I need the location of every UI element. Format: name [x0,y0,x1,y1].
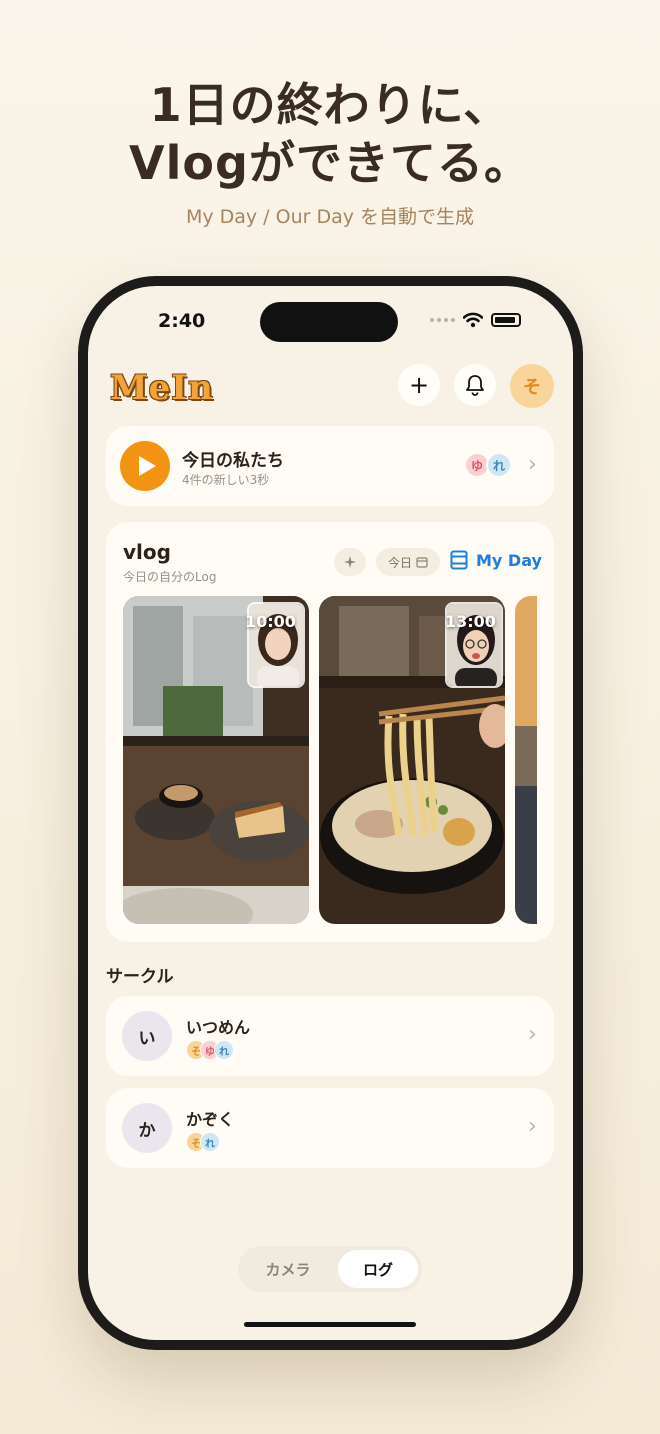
circle-item[interactable]: か かぞく そ れ › [106,1088,554,1168]
circle-name: いつめん [186,1018,251,1037]
battery-icon [491,313,521,327]
auto-generate-button[interactable] [334,548,366,576]
wifi-icon [463,312,483,328]
circle-avatar: か [122,1103,172,1153]
circles-section-title: サークル [106,967,174,987]
sparkle-icon [344,556,356,568]
chevron-right-icon: › [528,1114,537,1139]
home-indicator [244,1322,416,1327]
hero-subtitle: My Day / Our Day を自動で生成 [185,206,475,228]
cellular-signal-icon [430,318,455,322]
phone-frame: 2:40 MeIn + そ 今日の私たち 4件の新しい3秒 ゆ れ › vlog… [78,276,583,1350]
chevron-right-icon: › [528,452,537,477]
vlog-clip[interactable]: 10:00 [123,596,309,924]
clip-time: 13:00 [445,612,496,631]
plus-icon: + [408,371,430,399]
notification-button[interactable] [454,364,496,406]
vlog-clip[interactable] [515,596,537,924]
play-button[interactable] [120,441,170,491]
vlog-title: vlog [123,540,171,564]
tab-camera[interactable]: カメラ [248,1250,328,1288]
add-button[interactable]: + [398,364,440,406]
today-subtitle: 4件の新しい3秒 [182,473,270,487]
app-logo: MeIn [110,368,214,408]
member-avatar: れ [486,452,512,478]
circle-name: かぞく [186,1110,235,1129]
tab-log[interactable]: ログ [338,1250,418,1288]
vlog-subtitle: 今日の自分のLog [123,570,217,584]
film-icon [450,550,468,570]
vlog-clip[interactable]: 13:00 [319,596,505,924]
bell-icon [466,375,484,396]
clip-thumbnail [515,596,537,924]
date-pill-label: 今日 [387,555,412,570]
my-day-label: My Day [476,550,542,570]
today-title: 今日の私たち [182,451,284,471]
profile-avatar[interactable]: そ [510,364,554,408]
status-time: 2:40 [158,310,206,332]
date-picker-button[interactable]: 今日 [376,548,440,576]
clip-time: 10:00 [245,612,296,631]
chevron-right-icon: › [528,1022,537,1047]
vlog-card: vlog 今日の自分のLog 今日 My Day 10:00 13:00 [106,522,554,942]
circle-item[interactable]: い いつめん そ ゆ れ › [106,996,554,1076]
hero-title-line2: Vlogができてる。 [129,136,531,190]
member-avatar: れ [200,1132,220,1152]
calendar-icon [416,557,428,568]
my-day-toggle[interactable]: My Day [450,550,542,570]
status-indicators [430,312,521,328]
play-icon [139,456,156,476]
bottom-tab-bar: カメラ ログ [238,1246,422,1292]
app-screen: 2:40 MeIn + そ 今日の私たち 4件の新しい3秒 ゆ れ › vlog… [88,286,573,1340]
hero-title-line1: 1日の終わりに、 [149,78,511,132]
member-avatar: れ [214,1040,234,1060]
dynamic-island [260,302,398,342]
hero-title: 1日の終わりに、 Vlogができてる。 [0,76,660,192]
today-vlog-card[interactable]: 今日の私たち 4件の新しい3秒 ゆ れ › [106,426,554,506]
circle-avatar: い [122,1011,172,1061]
